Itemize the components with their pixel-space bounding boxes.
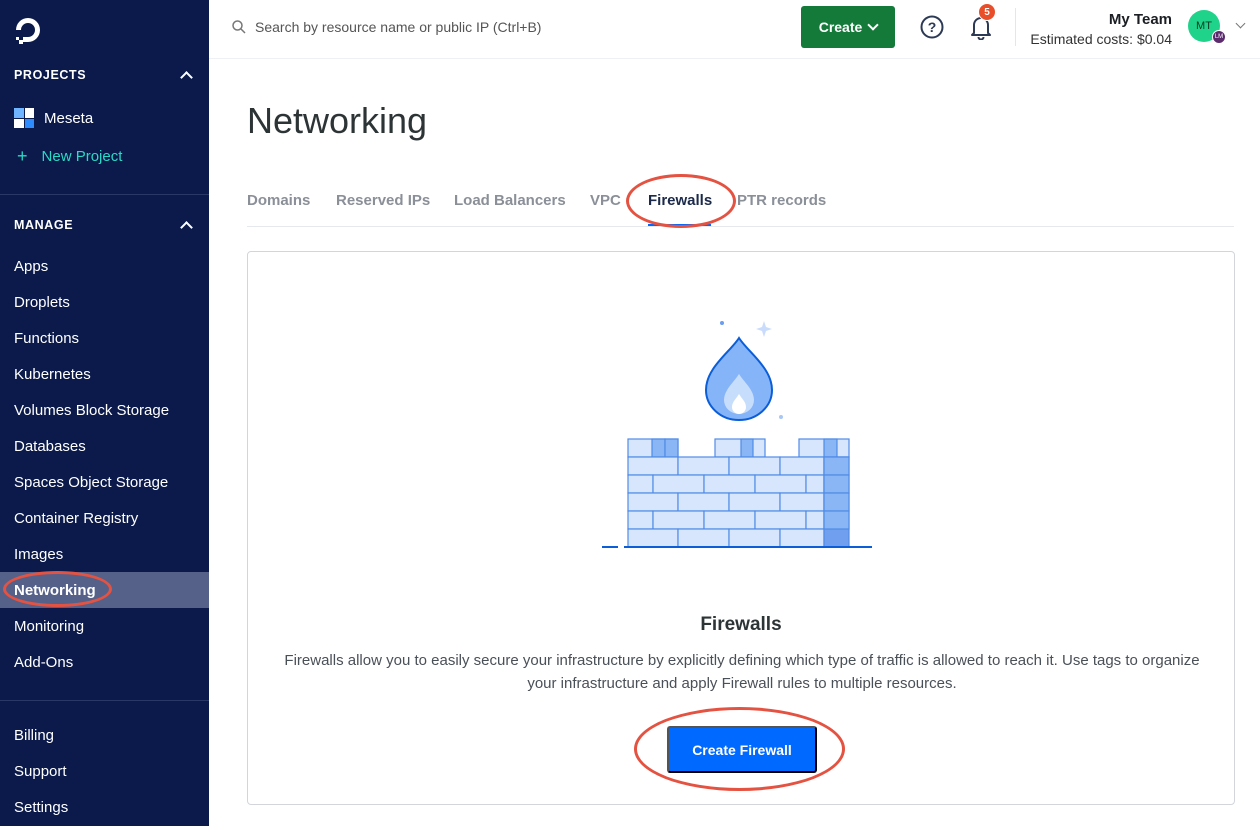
create-dropdown-button[interactable]: Create [801,6,895,48]
sidebar-item-kubernetes[interactable]: Kubernetes [0,356,209,392]
projects-section-toggle[interactable]: PROJECTS [14,65,193,85]
new-project-label: New Project [41,147,123,165]
empty-state-description: Firewalls allow you to easily secure you… [284,652,1200,692]
sidebar-item-billing[interactable]: Billing [0,717,209,753]
sidebar-item-add-ons[interactable]: Add-Ons [0,644,209,680]
search-icon [232,20,246,34]
tab-load-balancers[interactable]: Load Balancers [454,192,566,209]
sidebar-item-monitoring[interactable]: Monitoring [0,608,209,644]
sidebar-item-images[interactable]: Images [0,536,209,572]
notification-count-badge: 5 [978,3,996,21]
chevron-up-icon [180,220,193,234]
empty-state-card: Firewalls Firewalls allow you to easily … [247,251,1235,805]
topbar-divider [1015,8,1016,46]
empty-state-title: Firewalls [700,614,782,635]
tab-reserved-ips[interactable]: Reserved IPs [336,192,430,209]
svg-text:?: ? [928,19,937,35]
sidebar-item-settings[interactable]: Settings [0,789,209,825]
networking-tabs: Domains Reserved IPs Load Balancers VPC … [247,190,1234,227]
manage-heading: MANAGE [14,218,74,232]
create-label: Create [818,19,863,35]
sidebar-item-volumes[interactable]: Volumes Block Storage [0,392,209,428]
topbar: Create ? 5 My Team Estimated costs: $0.0… [209,0,1260,59]
create-firewall-button[interactable]: Create Firewall [667,726,817,773]
team-name[interactable]: My Team [1109,11,1172,28]
sidebar-item-container-registry[interactable]: Container Registry [0,500,209,536]
project-icon [14,108,34,128]
tab-vpc[interactable]: VPC [590,192,621,209]
search-bar[interactable] [231,16,711,38]
firewall-illustration-icon [602,321,872,548]
manage-section-toggle[interactable]: MANAGE [14,215,193,235]
help-icon[interactable]: ? [920,15,944,39]
chevron-up-icon [180,70,193,84]
sidebar-item-spaces[interactable]: Spaces Object Storage [0,464,209,500]
sidebar-divider [0,700,209,701]
sidebar-item-functions[interactable]: Functions [0,320,209,356]
chevron-down-icon [867,19,879,31]
digitalocean-logo-icon[interactable] [13,15,43,45]
project-label: Meseta [44,109,94,127]
estimated-costs: Estimated costs: $0.04 [1030,31,1172,47]
sidebar-item-networking[interactable]: Networking [0,572,209,608]
new-project-link[interactable]: + New Project [14,145,122,167]
project-item-meseta[interactable]: Meseta [14,107,93,129]
sidebar-item-databases[interactable]: Databases [0,428,209,464]
page-title: Networking [247,100,428,141]
sidebar-item-support[interactable]: Support [0,753,209,789]
sidebar-item-droplets[interactable]: Droplets [0,284,209,320]
sidebar-item-apps[interactable]: Apps [0,248,209,284]
search-input[interactable] [255,19,695,35]
projects-heading: PROJECTS [14,68,87,82]
sidebar-divider [0,194,209,195]
tab-domains[interactable]: Domains [247,192,310,209]
active-tab-indicator [648,224,711,226]
chevron-down-icon[interactable] [1235,18,1246,29]
sidebar: PROJECTS Meseta + New Project MANAGE App… [0,0,209,826]
plus-icon: + [17,146,28,166]
tab-firewalls[interactable]: Firewalls [648,192,712,209]
tab-ptr-records[interactable]: PTR records [737,192,826,209]
user-mini-avatar: LM [1212,30,1226,44]
